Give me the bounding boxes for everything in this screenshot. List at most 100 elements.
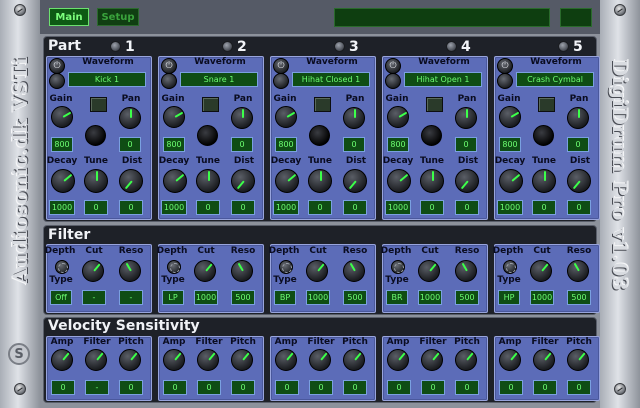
gain-knob[interactable]: [387, 106, 409, 128]
vel-filter-knob[interactable]: [85, 349, 107, 371]
pan-knob[interactable]: [567, 107, 589, 129]
gain-knob[interactable]: [499, 106, 521, 128]
depth-label: Depth: [380, 246, 412, 256]
part-number-5[interactable]: 5: [558, 38, 583, 55]
dist-knob[interactable]: [567, 169, 591, 193]
filter-depth-knob[interactable]: [279, 260, 293, 274]
tab-main[interactable]: Main: [49, 8, 89, 26]
vel-pitch-knob[interactable]: [231, 349, 253, 371]
gain-knob[interactable]: [163, 106, 185, 128]
part-led-icon[interactable]: [446, 41, 457, 52]
tune-knob[interactable]: [420, 169, 444, 193]
vel-amp-knob[interactable]: [499, 349, 521, 371]
decay-knob[interactable]: [163, 169, 187, 193]
vel-amp-knob[interactable]: [387, 349, 409, 371]
vel-filter-knob[interactable]: [533, 349, 555, 371]
part-led-icon[interactable]: [222, 41, 233, 52]
decay-label: Decay: [270, 156, 302, 166]
decay-knob[interactable]: [387, 169, 411, 193]
tune-knob[interactable]: [84, 169, 108, 193]
part-trigger-button[interactable]: [309, 125, 330, 146]
part-trigger-button[interactable]: [197, 125, 218, 146]
vel-filter-knob[interactable]: [421, 349, 443, 371]
filter-reso-knob[interactable]: [119, 260, 141, 282]
part-power-button[interactable]: ⏻: [161, 58, 177, 74]
filter-depth-knob[interactable]: [391, 260, 405, 274]
filter-reso-knob[interactable]: [455, 260, 477, 282]
pan-knob[interactable]: [455, 107, 477, 129]
vel-filter-value: 0: [421, 380, 445, 395]
part-number-2[interactable]: 2: [222, 38, 247, 55]
filter-reso-knob[interactable]: [567, 260, 589, 282]
vel-amp-knob[interactable]: [51, 349, 73, 371]
knob-pointer-icon: [349, 262, 356, 272]
filter-cut-knob[interactable]: [194, 260, 216, 282]
filter-depth-knob[interactable]: [503, 260, 517, 274]
part-mute-button[interactable]: [426, 97, 443, 112]
part-power-button[interactable]: ⏻: [385, 58, 401, 74]
dist-label: Dist: [121, 156, 143, 166]
part-mute-button[interactable]: [538, 97, 555, 112]
part-number-3[interactable]: 3: [334, 38, 359, 55]
part-number-1[interactable]: 1: [110, 38, 135, 55]
part-mute-button[interactable]: [314, 97, 331, 112]
part-power-button[interactable]: ⏻: [49, 58, 65, 74]
vel-pitch-knob[interactable]: [343, 349, 365, 371]
part-power-button[interactable]: ⏻: [497, 58, 513, 74]
vel-pitch-knob[interactable]: [567, 349, 589, 371]
pan-label: Pan: [569, 94, 589, 104]
pan-knob[interactable]: [343, 107, 365, 129]
waveform-select-button[interactable]: [497, 73, 513, 89]
part-power-button[interactable]: ⏻: [273, 58, 289, 74]
part-trigger-button[interactable]: [533, 125, 554, 146]
part-led-icon[interactable]: [110, 41, 121, 52]
decay-knob[interactable]: [275, 169, 299, 193]
filter-depth-knob[interactable]: [167, 260, 181, 274]
vel-amp-knob[interactable]: [275, 349, 297, 371]
filter-cut-knob[interactable]: [306, 260, 328, 282]
waveform-select-button[interactable]: [161, 73, 177, 89]
waveform-select-button[interactable]: [385, 73, 401, 89]
vel-pitch-knob[interactable]: [119, 349, 141, 371]
tab-setup[interactable]: Setup: [97, 8, 139, 26]
vel-filter-knob[interactable]: [309, 349, 331, 371]
decay-knob[interactable]: [51, 169, 75, 193]
part-mute-button[interactable]: [90, 97, 107, 112]
part-led-icon[interactable]: [558, 41, 569, 52]
filter-depth-knob[interactable]: [55, 260, 69, 274]
part-mute-button[interactable]: [202, 97, 219, 112]
waveform-select-button[interactable]: [49, 73, 65, 89]
pan-label: Pan: [233, 94, 253, 104]
part-trigger-button[interactable]: [85, 125, 106, 146]
filter-cut-knob[interactable]: [82, 260, 104, 282]
dist-knob[interactable]: [119, 169, 143, 193]
part-number-4[interactable]: 4: [446, 38, 471, 55]
gain-knob[interactable]: [51, 106, 73, 128]
vel-pitch-knob[interactable]: [455, 349, 477, 371]
decay-value: 1000: [49, 200, 75, 215]
part-section-title: Part: [48, 38, 81, 54]
filter-reso-knob[interactable]: [343, 260, 365, 282]
amp-label: Amp: [162, 337, 186, 347]
filter-cut-knob[interactable]: [418, 260, 440, 282]
filter-cut-knob[interactable]: [530, 260, 552, 282]
decay-knob[interactable]: [499, 169, 523, 193]
pan-knob[interactable]: [119, 107, 141, 129]
vel-amp-knob[interactable]: [163, 349, 185, 371]
dist-knob[interactable]: [231, 169, 255, 193]
gain-knob[interactable]: [275, 106, 297, 128]
part-number-label: 2: [237, 38, 247, 55]
vel-filter-knob[interactable]: [197, 349, 219, 371]
filter-reso-knob[interactable]: [231, 260, 253, 282]
dist-knob[interactable]: [343, 169, 367, 193]
vel-filter-value: 0: [309, 380, 333, 395]
tune-knob[interactable]: [532, 169, 556, 193]
waveform-select-button[interactable]: [273, 73, 289, 89]
part-trigger-button[interactable]: [421, 125, 442, 146]
pan-label: Pan: [345, 94, 365, 104]
pan-knob[interactable]: [231, 107, 253, 129]
dist-knob[interactable]: [455, 169, 479, 193]
tune-knob[interactable]: [308, 169, 332, 193]
tune-knob[interactable]: [196, 169, 220, 193]
part-led-icon[interactable]: [334, 41, 345, 52]
